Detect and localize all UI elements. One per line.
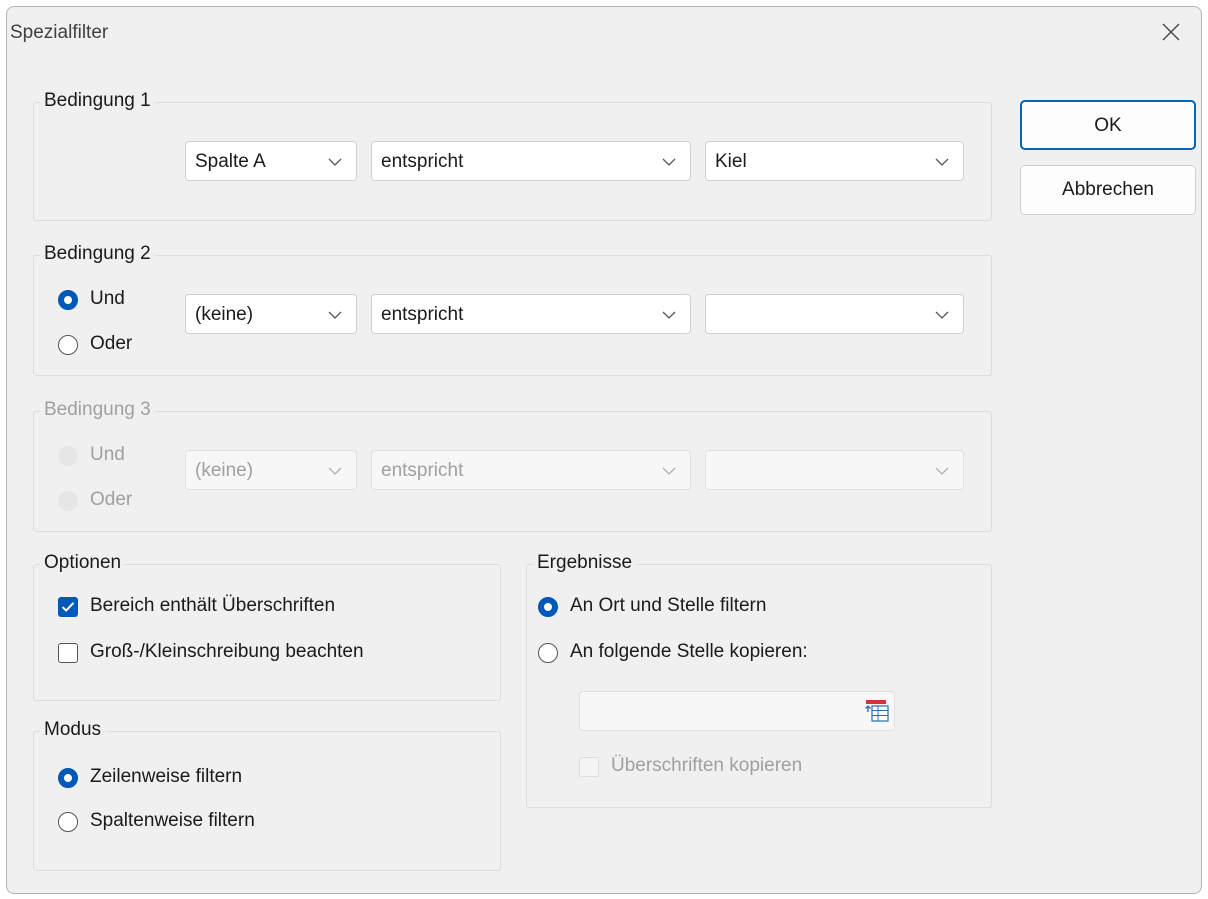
condition-1-field-value: Spalte A (195, 151, 266, 172)
condition-2-title: Bedingung 2 (40, 243, 155, 265)
filter-columns-label: Spaltenweise filtern (90, 810, 255, 831)
condition-1-title: Bedingung 1 (40, 90, 155, 112)
condition-2-field-value: (keine) (195, 304, 254, 325)
radio-indicator (538, 643, 558, 663)
radio-indicator (58, 446, 78, 466)
filter-in-place-label: An Ort und Stelle filtern (570, 595, 767, 616)
condition-2-or-radio[interactable]: Oder (58, 333, 168, 359)
condition-3-operator-value: entspricht (381, 460, 464, 481)
close-icon (1162, 23, 1180, 41)
copy-to-location-radio[interactable]: An folgende Stelle kopieren: (538, 641, 918, 667)
condition-3-field-select[interactable]: (keine) (185, 450, 357, 490)
checkmark-icon (61, 602, 75, 613)
chevron-down-icon (328, 158, 342, 166)
options-group: Optionen Bereich enthält Überschriften G… (33, 552, 501, 701)
chevron-down-icon (662, 467, 676, 475)
condition-2-and-label: Und (90, 288, 125, 309)
filter-rows-label: Zeilenweise filtern (90, 766, 243, 787)
radio-indicator (538, 597, 558, 617)
condition-1-field-select[interactable]: Spalte A (185, 141, 357, 181)
radio-indicator (58, 491, 78, 511)
radio-indicator (58, 335, 78, 355)
condition-2-operator-select[interactable]: entspricht (371, 294, 691, 334)
ok-button[interactable]: OK (1020, 100, 1196, 150)
radio-indicator (58, 768, 78, 788)
radio-indicator (58, 290, 78, 310)
results-title: Ergebnisse (533, 552, 637, 574)
chevron-down-icon (328, 467, 342, 475)
chevron-down-icon (662, 158, 676, 166)
filter-columns-radio[interactable]: Spaltenweise filtern (58, 810, 318, 836)
condition-3-group: Bedingung 3 Und Oder (keine) entspricht (33, 399, 992, 532)
options-title: Optionen (40, 552, 126, 574)
mode-group: Modus Zeilenweise filtern Spaltenweise f… (33, 719, 501, 871)
radio-indicator (58, 812, 78, 832)
copy-headers-label: Überschriften kopieren (611, 755, 803, 776)
case-sensitive-checkbox[interactable]: Groß-/Kleinschreibung beachten (58, 641, 478, 667)
condition-1-operator-value: entspricht (381, 151, 464, 172)
copy-headers-checkbox[interactable]: Überschriften kopieren (579, 755, 879, 781)
condition-2-or-label: Oder (90, 333, 133, 354)
filter-in-place-radio[interactable]: An Ort und Stelle filtern (538, 595, 858, 621)
chevron-down-icon (935, 311, 949, 319)
chevron-down-icon (935, 467, 949, 475)
checkbox-indicator (579, 757, 599, 777)
condition-3-or-label: Oder (90, 489, 133, 510)
results-group: Ergebnisse An Ort und Stelle filtern An … (526, 552, 992, 808)
condition-1-value-select[interactable]: Kiel (705, 141, 964, 181)
condition-1-group: Bedingung 1 Spalte A entspricht Kiel (33, 90, 992, 221)
condition-3-field-value: (keine) (195, 460, 254, 481)
cancel-button-label: Abbrechen (1062, 179, 1154, 200)
condition-3-or-radio[interactable]: Oder (58, 489, 168, 515)
condition-2-operator-value: entspricht (381, 304, 464, 325)
condition-2-field-select[interactable]: (keine) (185, 294, 357, 334)
mode-title: Modus (40, 719, 106, 741)
condition-2-group: Bedingung 2 Und Oder (keine) entspricht (33, 243, 992, 376)
ok-button-label: OK (1094, 115, 1122, 136)
case-sensitive-label: Groß-/Kleinschreibung beachten (90, 641, 364, 662)
range-has-headers-checkbox[interactable]: Bereich enthält Überschriften (58, 595, 438, 621)
condition-3-and-radio[interactable]: Und (58, 444, 168, 470)
condition-3-title: Bedingung 3 (40, 399, 155, 421)
copy-target-range-input[interactable] (579, 691, 895, 731)
condition-3-operator-select[interactable]: entspricht (371, 450, 691, 490)
condition-2-and-radio[interactable]: Und (58, 288, 168, 314)
chevron-down-icon (935, 158, 949, 166)
condition-3-value-select[interactable] (705, 450, 964, 490)
range-select-icon[interactable] (864, 698, 890, 724)
condition-2-value-select[interactable] (705, 294, 964, 334)
copy-to-location-label: An folgende Stelle kopieren: (570, 641, 808, 662)
chevron-down-icon (328, 311, 342, 319)
chevron-down-icon (662, 311, 676, 319)
range-has-headers-label: Bereich enthält Überschriften (90, 595, 336, 616)
filter-rows-radio[interactable]: Zeilenweise filtern (58, 766, 318, 792)
cancel-button[interactable]: Abbrechen (1020, 165, 1196, 215)
title-bar: Spezialfilter (7, 7, 1201, 59)
special-filter-dialog: Spezialfilter Bedingung 1 Spalte A entsp… (6, 6, 1202, 894)
condition-1-operator-select[interactable]: entspricht (371, 141, 691, 181)
condition-1-value: Kiel (715, 151, 747, 172)
condition-3-and-label: Und (90, 444, 125, 465)
checkbox-indicator (58, 597, 78, 617)
close-button[interactable] (1141, 7, 1201, 57)
dialog-title: Spezialfilter (10, 22, 109, 43)
checkbox-indicator (58, 643, 78, 663)
